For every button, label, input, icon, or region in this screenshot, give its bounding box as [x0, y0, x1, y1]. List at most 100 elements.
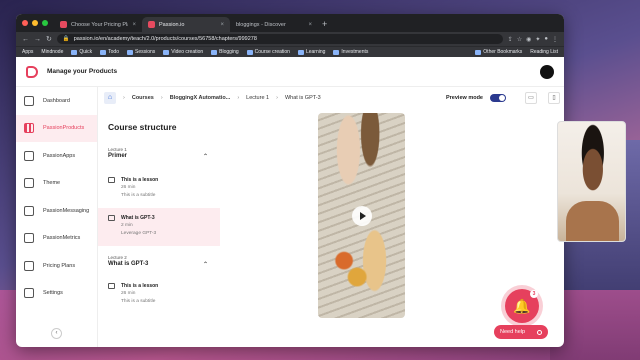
sidebar-item-passionmetrics[interactable]: PassionMetrics [16, 225, 97, 253]
profile-icon[interactable]: ● [544, 36, 548, 43]
folder-icon [297, 49, 304, 55]
folder-icon [127, 49, 133, 55]
breadcrumb-lesson: What is GPT-3 [284, 95, 321, 101]
bookmark-learning[interactable]: Learning [297, 49, 325, 55]
folder-icon [163, 49, 170, 55]
mobile-view-button[interactable]: ▯ [548, 92, 560, 104]
sidebar-item-settings[interactable]: Settings [16, 280, 97, 308]
tab-title: bloggingx - Discover [236, 21, 286, 28]
sidebar-item-passionmessaging[interactable]: PassionMessaging [16, 197, 97, 225]
folder-icon [71, 49, 78, 55]
bookmark-video-creation[interactable]: Video creation [163, 49, 203, 55]
bookmark-blogging[interactable]: Blogging [211, 49, 239, 55]
extension-icon[interactable]: ◉ [526, 36, 531, 43]
lesson-icon [108, 215, 115, 221]
grid-icon [24, 123, 34, 134]
folder-icon [475, 49, 482, 55]
close-tab-icon[interactable]: × [132, 22, 136, 28]
tab-bloggingx[interactable]: bloggingx - Discover × [230, 17, 318, 32]
avatar[interactable] [540, 64, 554, 79]
chevron-up-icon[interactable]: ⌃ [203, 153, 214, 160]
sidebar-item-passionapps[interactable]: PassionApps [16, 142, 97, 170]
passion-favicon-icon [148, 21, 155, 28]
desktop-view-button[interactable]: ▭ [525, 92, 537, 104]
home-icon[interactable]: ⌂ [104, 92, 116, 104]
page-title: Manage your Products [47, 68, 118, 75]
palette-icon [24, 178, 34, 189]
close-window-button[interactable] [22, 20, 28, 26]
list-item[interactable]: What is GPT-3 2 min Leverage GPT-3 [98, 208, 220, 246]
list-item[interactable]: This is a lesson 26 min This is a subtit… [98, 170, 220, 208]
bookmark-other[interactable]: Other Bookmarks [475, 49, 522, 55]
reload-icon[interactable]: ↻ [46, 35, 52, 43]
preview-mode-toggle[interactable] [490, 94, 506, 102]
bookmark-investments[interactable]: Investments [333, 49, 368, 55]
chevron-right-icon: › [123, 95, 125, 101]
extensions: ⇪ ☆ ◉ ✦ ● ⋮ [508, 36, 558, 43]
address-bar-row: ← → ↻ 🔒 passion.io/en/academy/teach/2.0/… [16, 32, 564, 46]
sidebar-item-pricing-plans[interactable]: Pricing Plans [16, 252, 97, 280]
bookmark-sessions[interactable]: Sessions [127, 49, 155, 55]
bookmark-mindnode[interactable]: Mindnode [41, 49, 63, 55]
lesson-icon [108, 177, 115, 183]
folder-icon [333, 49, 340, 55]
phone-icon [24, 150, 34, 161]
course-structure-title: Course structure [108, 122, 177, 132]
sidebar: Dashboard PassionProducts PassionApps Th… [16, 87, 98, 347]
close-tab-icon[interactable]: × [220, 22, 224, 28]
new-tab-button[interactable]: + [318, 17, 331, 32]
help-circle-icon [537, 329, 542, 335]
bookmark-quick[interactable]: Quick [71, 49, 92, 55]
bookmark-todo[interactable]: Todo [100, 49, 119, 55]
puzzle-icon[interactable]: ✦ [535, 36, 540, 43]
course-structure-panel: Course structure Lecture 1 Primer ⌃ This … [98, 114, 220, 347]
bookmark-apps[interactable]: Apps [22, 49, 33, 55]
dollar-icon [24, 260, 34, 271]
collapse-sidebar-button[interactable]: ‹ [51, 328, 62, 339]
passion-favicon-icon [60, 21, 67, 28]
zoom-window-button[interactable] [42, 20, 48, 26]
url-text: passion.io/en/academy/teach/2.0/products… [73, 36, 257, 42]
back-icon[interactable]: ← [22, 36, 29, 43]
breadcrumb-lecture[interactable]: Lecture 1 [246, 95, 269, 101]
chart-icon [24, 233, 34, 244]
lock-icon: 🔒 [62, 36, 70, 42]
folder-icon [211, 49, 218, 55]
list-item[interactable]: This is a lesson 26 min This is a subtit… [98, 276, 220, 314]
close-tab-icon[interactable]: × [308, 22, 312, 28]
minimize-window-button[interactable] [32, 20, 38, 26]
need-help-button[interactable]: Need help [494, 325, 548, 339]
chevron-up-icon[interactable]: ⌃ [203, 261, 214, 268]
sidebar-item-passionproducts[interactable]: PassionProducts [16, 114, 97, 142]
window-controls [20, 14, 54, 32]
lecture-header[interactable]: Lecture 2 What is GPT-3 ⌃ [98, 250, 220, 268]
lesson-icon [108, 283, 115, 289]
play-icon[interactable] [351, 205, 372, 226]
bookmark-course-creation[interactable]: Course creation [246, 49, 290, 55]
sidebar-item-theme[interactable]: Theme [16, 170, 97, 198]
app-header: Manage your Products [16, 57, 564, 87]
bookmarks-bar: Apps Mindnode Quick Todo Sessions Video … [16, 46, 564, 57]
video-preview[interactable] [318, 113, 405, 318]
share-icon[interactable]: ⇪ [508, 36, 513, 43]
forward-icon[interactable]: → [34, 36, 41, 43]
webcam-overlay [557, 121, 626, 242]
message-icon [24, 205, 34, 216]
menu-icon[interactable]: ⋮ [552, 36, 558, 43]
lecture-header[interactable]: Lecture 1 Primer ⌃ [98, 142, 220, 160]
chevron-right-icon: › [276, 95, 278, 101]
url-field[interactable]: 🔒 passion.io/en/academy/teach/2.0/produc… [56, 34, 503, 44]
bookmark-reading-list[interactable]: Reading List [530, 49, 558, 55]
breadcrumb-course[interactable]: BloggingX Automatio... [170, 95, 231, 101]
tab-title: Passion.io [159, 21, 185, 28]
notification-bell-icon[interactable]: 🔔 3 [505, 289, 539, 323]
tab-pricing[interactable]: Choose Your Pricing Plan & Gr... × [54, 17, 142, 32]
passion-logo[interactable] [26, 65, 38, 78]
notification-count: 3 [530, 290, 538, 298]
star-icon[interactable]: ☆ [517, 36, 522, 43]
sidebar-item-dashboard[interactable]: Dashboard [16, 87, 97, 115]
tab-passion[interactable]: Passion.io × [142, 17, 230, 32]
chevron-right-icon: › [237, 95, 240, 101]
breadcrumb-courses[interactable]: Courses [132, 95, 154, 101]
tab-title: Choose Your Pricing Plan & Gr... [71, 21, 128, 28]
